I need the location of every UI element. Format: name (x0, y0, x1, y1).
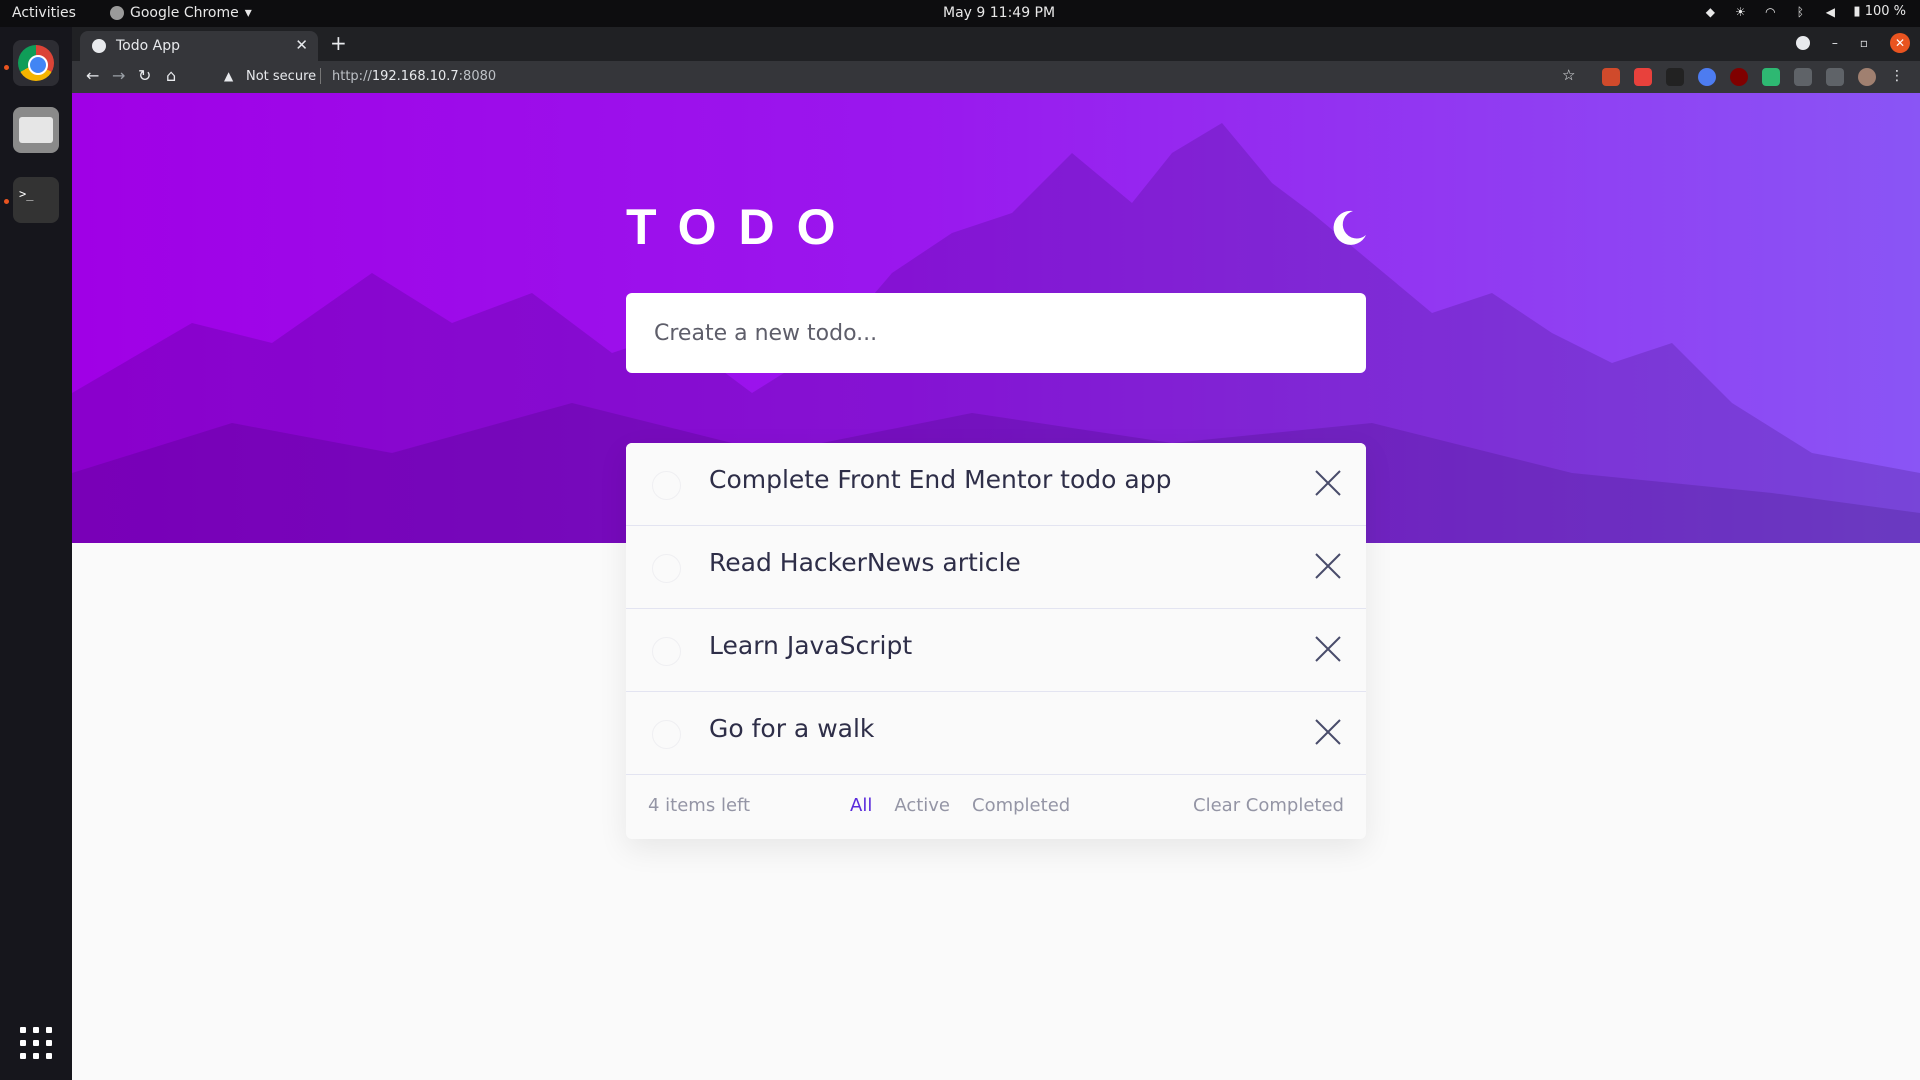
complete-checkbox[interactable] (652, 554, 681, 583)
complete-checkbox[interactable] (652, 720, 681, 749)
forward-arrow-icon[interactable]: → (112, 66, 125, 85)
extension-icon[interactable] (1762, 68, 1780, 86)
todo-text[interactable]: Learn JavaScript (709, 631, 912, 660)
todo-item: Complete Front End Mentor todo app (626, 443, 1366, 526)
dock: >_ (0, 27, 72, 1080)
filter-all-button[interactable]: All (850, 795, 872, 816)
close-window-button[interactable]: ✕ (1890, 33, 1910, 53)
url-host: 192.168.10.7 (371, 69, 459, 84)
wifi-icon[interactable]: ◠ (1763, 5, 1777, 19)
puzzle-icon[interactable] (1794, 68, 1812, 86)
downloads-icon[interactable] (1795, 36, 1810, 50)
todo-text[interactable]: Complete Front End Mentor todo app (709, 465, 1171, 494)
items-left-count: 4 items left (648, 795, 751, 816)
address-bar[interactable]: ▲ Not secure http://192.168.10.7:8080 (212, 64, 1652, 90)
app-menu-label: Google Chrome (130, 5, 239, 21)
battery-indicator[interactable]: ▮ 100 % (1853, 4, 1906, 19)
url-port: :8080 (458, 69, 497, 84)
new-todo-box (626, 293, 1366, 373)
delete-x-icon[interactable] (1312, 550, 1344, 582)
media-icon[interactable] (1826, 68, 1844, 86)
new-tab-button[interactable]: + (330, 31, 347, 55)
delete-x-icon[interactable] (1312, 716, 1344, 748)
home-icon[interactable]: ⌂ (166, 66, 176, 85)
tab-todo-app[interactable]: Todo App ✕ (80, 31, 318, 61)
theme-toggle-button[interactable] (1326, 205, 1370, 249)
delete-x-icon[interactable] (1312, 633, 1344, 665)
complete-checkbox[interactable] (652, 471, 681, 500)
dropbox-icon[interactable]: ◆ (1703, 5, 1717, 19)
tab-title: Todo App (116, 38, 180, 54)
url-scheme: http:// (332, 69, 372, 84)
tab-close-icon[interactable]: ✕ (295, 36, 308, 54)
running-indicator (4, 199, 9, 204)
ublock-icon[interactable] (1730, 68, 1748, 86)
caret-down-icon: ▾ (244, 5, 252, 21)
filter-active-button[interactable]: Active (894, 795, 950, 816)
browser-window: Todo App ✕ + – ▫ ✕ ← → ↻ ⌂ ▲ Not secure … (72, 27, 1920, 1080)
moon-icon (1333, 210, 1366, 245)
chrome-icon (110, 6, 124, 20)
new-todo-input[interactable] (626, 293, 1366, 373)
running-indicator (4, 65, 9, 70)
kebab-menu-icon[interactable]: ⋮ (1890, 68, 1904, 86)
app-menu[interactable]: Google Chrome ▾ (110, 5, 252, 21)
terminal-icon: >_ (19, 187, 34, 201)
chrome-icon (18, 45, 54, 81)
battery-label: 100 % (1864, 4, 1906, 19)
volume-icon[interactable]: ◀ (1823, 5, 1837, 19)
system-tray[interactable]: ◆ ☀ ◠ ᛒ ◀ ▮ 100 % (1703, 4, 1906, 19)
todo-text[interactable]: Go for a walk (709, 714, 874, 743)
maximize-button[interactable]: ▫ (1860, 36, 1868, 50)
browser-toolbar: ← → ↻ ⌂ ▲ Not secure http://192.168.10.7… (72, 61, 1920, 93)
extensions-area: ⋮ (1602, 68, 1904, 86)
url-text[interactable]: http://192.168.10.7:8080 (332, 69, 496, 84)
todo-item: Read HackerNews article (626, 526, 1366, 609)
favicon-icon (92, 39, 106, 53)
clock[interactable]: May 9 11:49 PM (943, 5, 1055, 21)
extension-icon[interactable] (1698, 68, 1716, 86)
brightness-icon[interactable]: ☀ (1733, 5, 1747, 19)
tab-strip: Todo App ✕ + – ▫ ✕ (72, 27, 1920, 61)
dock-files-launcher[interactable] (13, 107, 59, 153)
web-page: TODO Complete Front End Mentor todo app … (72, 93, 1920, 1080)
todo-list: Complete Front End Mentor todo app Read … (626, 443, 1366, 839)
security-label[interactable]: Not secure (246, 69, 316, 84)
minimize-button[interactable]: – (1832, 36, 1838, 50)
back-arrow-icon[interactable]: ← (86, 66, 99, 85)
filter-completed-button[interactable]: Completed (972, 795, 1070, 816)
warning-icon: ▲ (224, 69, 234, 83)
todo-item: Learn JavaScript (626, 609, 1366, 692)
window-controls: – ▫ ✕ (1795, 33, 1910, 53)
dock-terminal-launcher[interactable]: >_ (13, 177, 59, 223)
extension-icon[interactable] (1634, 68, 1652, 86)
activities-button[interactable]: Activities (12, 5, 76, 21)
omnibox-separator (320, 68, 321, 84)
dock-chrome-launcher[interactable] (13, 40, 59, 86)
delete-x-icon[interactable] (1312, 467, 1344, 499)
profile-avatar[interactable] (1858, 68, 1876, 86)
bluetooth-icon[interactable]: ᛒ (1793, 5, 1807, 19)
clear-completed-button[interactable]: Clear Completed (1193, 795, 1344, 816)
filter-group: All Active Completed (850, 795, 1070, 816)
todo-footer: 4 items left All Active Completed Clear … (626, 775, 1366, 839)
todo-item: Go for a walk (626, 692, 1366, 775)
extension-icon[interactable] (1602, 68, 1620, 86)
extension-icon[interactable] (1666, 68, 1684, 86)
show-applications-button[interactable] (20, 1027, 52, 1059)
battery-icon: ▮ (1853, 4, 1861, 19)
reload-icon[interactable]: ↻ (138, 66, 151, 85)
todo-text[interactable]: Read HackerNews article (709, 548, 1021, 577)
bookmark-star-icon[interactable]: ☆ (1562, 66, 1575, 84)
system-top-bar: Activities Google Chrome ▾ May 9 11:49 P… (0, 0, 1920, 27)
complete-checkbox[interactable] (652, 637, 681, 666)
app-logo: TODO (626, 199, 858, 255)
